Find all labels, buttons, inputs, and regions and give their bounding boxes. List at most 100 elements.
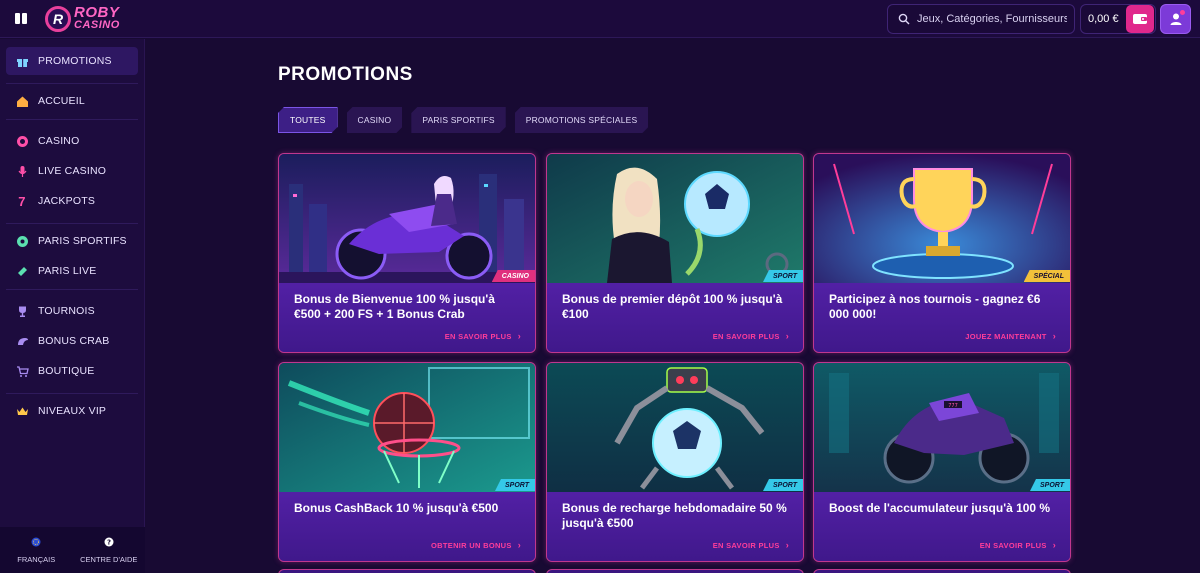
- sidebar-item-label: LIVE CASINO: [38, 165, 107, 177]
- svg-text:777: 777: [948, 403, 958, 409]
- cta-label: EN SAVOIR PLUS: [712, 331, 780, 341]
- chevron-right-icon: ›: [1052, 540, 1056, 550]
- sidebar-item-label: TOURNOIS: [38, 305, 95, 317]
- category-badge: SPORT: [763, 479, 803, 491]
- sidebar-item-accueil[interactable]: ACCUEIL: [6, 87, 138, 115]
- eu-flag-icon: [31, 537, 41, 549]
- logo[interactable]: R ROBY CASINO: [45, 4, 120, 34]
- divider: [6, 119, 138, 120]
- sidebar-toggle-button[interactable]: [9, 7, 33, 29]
- tab-promotions-speciales[interactable]: PROMOTIONS SPÉCIALES: [515, 107, 649, 133]
- promo-card[interactable]: 777 SPORT Boost de l'accumulateur jusqu'…: [813, 362, 1071, 562]
- sidebar-item-label: BOUTIQUE: [38, 365, 95, 377]
- promo-card[interactable]: SPORT Bonus CashBack 10 % jusqu'à €500 O…: [278, 362, 536, 562]
- category-badge: SPÉCIAL: [1023, 270, 1070, 282]
- sidebar-item-paris-live[interactable]: PARIS LIVE: [6, 257, 138, 285]
- cta-label: EN SAVOIR PLUS: [979, 540, 1047, 550]
- top-header: R ROBY CASINO 0,00 €: [0, 0, 1200, 38]
- gift-icon: [15, 54, 29, 68]
- tab-toutes[interactable]: TOUTES: [278, 107, 338, 133]
- promo-card[interactable]: SPORT Bonus de premier dépôt 100 % jusqu…: [546, 153, 804, 353]
- profile-button[interactable]: [1160, 4, 1191, 34]
- notification-dot: [1180, 10, 1185, 15]
- help-label: CENTRE D'AIDE: [80, 554, 138, 564]
- promo-card-partial[interactable]: [546, 569, 804, 573]
- tab-paris-sportifs[interactable]: PARIS SPORTIFS: [411, 107, 505, 133]
- cta-label: OBTENIR UN BONUS: [431, 540, 512, 550]
- sidebar-item-bonus-crab[interactable]: BONUS CRAB: [6, 327, 138, 355]
- language-label: FRANÇAIS: [17, 554, 56, 564]
- sidebar-item-boutique[interactable]: BOUTIQUE: [6, 357, 138, 385]
- promo-card[interactable]: SPÉCIAL Participez à nos tournois - gagn…: [813, 153, 1071, 353]
- trophy-icon: [15, 304, 29, 318]
- chevron-right-icon: ›: [517, 540, 521, 550]
- sidebar-item-label: PARIS SPORTIFS: [38, 235, 127, 247]
- language-selector[interactable]: FRANÇAIS: [0, 527, 73, 573]
- chevron-right-icon: ›: [517, 331, 521, 341]
- category-badge: SPORT: [1030, 479, 1070, 491]
- help-center-link[interactable]: ? CENTRE D'AIDE: [73, 527, 146, 573]
- promo-card[interactable]: SPORT Bonus de recharge hebdomadaire 50 …: [546, 362, 804, 562]
- crab-icon: [15, 334, 29, 348]
- help-icon: ?: [104, 537, 114, 549]
- sidebar-item-promotions[interactable]: PROMOTIONS: [6, 47, 138, 75]
- chevron-right-icon: ›: [785, 540, 789, 550]
- ticket-icon: [15, 264, 29, 278]
- panel-icon: [15, 12, 20, 24]
- cta-label: JOUEZ MAINTENANT: [965, 331, 1047, 341]
- promo-cta-link[interactable]: EN SAVOIR PLUS ›: [713, 540, 789, 550]
- filter-tabs: TOUTES CASINO PARIS SPORTIFS PROMOTIONS …: [278, 107, 648, 133]
- sidebar-item-label: PROMOTIONS: [38, 55, 112, 67]
- home-icon: [15, 94, 29, 108]
- logo-line1: ROBY: [74, 4, 120, 21]
- cart-icon: [15, 364, 29, 378]
- promo-card[interactable]: CASINO Bonus de Bienvenue 100 % jusqu'à …: [278, 153, 536, 353]
- promo-cta-link[interactable]: EN SAVOIR PLUS ›: [713, 331, 789, 341]
- sidebar-item-jackpots[interactable]: 7 JACKPOTS: [6, 187, 138, 215]
- sidebar-item-label: NIVEAUX VIP: [38, 405, 107, 417]
- soccer-ball-icon: [15, 234, 29, 248]
- promo-cta-link[interactable]: EN SAVOIR PLUS ›: [980, 540, 1056, 550]
- promo-cta-link[interactable]: EN SAVOIR PLUS ›: [445, 331, 521, 341]
- promo-title: Bonus de Bienvenue 100 % jusqu'à €500 + …: [294, 292, 495, 321]
- promo-card-partial[interactable]: [278, 569, 536, 573]
- sidebar-item-label: PARIS LIVE: [38, 265, 97, 277]
- search-box[interactable]: [887, 4, 1075, 34]
- wallet-icon: [1133, 14, 1147, 24]
- logo-line2: CASINO: [74, 19, 120, 31]
- page-title: PROMOTIONS: [278, 64, 413, 85]
- sidebar-item-casino[interactable]: CASINO: [6, 127, 138, 155]
- category-badge: CASINO: [491, 270, 535, 282]
- sidebar-item-tournois[interactable]: TOURNOIS: [6, 297, 138, 325]
- logo-mark: R: [45, 6, 71, 32]
- svg-text:?: ?: [107, 538, 111, 546]
- promo-title: Bonus de recharge hebdomadaire 50 % jusq…: [562, 501, 787, 530]
- promo-image-motorcycle: 777 SPORT: [814, 363, 1070, 492]
- wallet[interactable]: 0,00 €: [1080, 4, 1156, 34]
- search-input[interactable]: [917, 13, 1067, 25]
- divider: [6, 393, 138, 394]
- promo-image-robot-football: SPORT: [547, 363, 803, 492]
- promo-title: Bonus CashBack 10 % jusqu'à €500: [294, 501, 499, 515]
- chip-icon: [15, 134, 29, 148]
- sidebar-item-niveaux-vip[interactable]: NIVEAUX VIP: [6, 397, 138, 425]
- sidebar-item-paris-sportifs[interactable]: PARIS SPORTIFS: [6, 227, 138, 255]
- sidebar: PROMOTIONS ACCUEIL CASINO LIVE CASINO 7 …: [0, 39, 145, 573]
- promo-image-trophy: SPÉCIAL: [814, 154, 1070, 283]
- deposit-button[interactable]: [1126, 5, 1154, 33]
- sidebar-item-live-casino[interactable]: LIVE CASINO: [6, 157, 138, 185]
- promo-cta-link[interactable]: JOUEZ MAINTENANT ›: [965, 331, 1056, 341]
- promo-title: Participez à nos tournois - gagnez €6 00…: [829, 292, 1041, 321]
- sidebar-item-label: JACKPOTS: [38, 195, 96, 207]
- search-icon: [898, 13, 910, 25]
- promo-card-partial[interactable]: [813, 569, 1071, 573]
- sidebar-footer: FRANÇAIS ? CENTRE D'AIDE: [0, 527, 145, 573]
- promo-title: Bonus de premier dépôt 100 % jusqu'à €10…: [562, 292, 783, 321]
- tab-casino[interactable]: CASINO: [347, 107, 403, 133]
- cta-label: EN SAVOIR PLUS: [712, 540, 780, 550]
- promo-image-basketball: SPORT: [279, 363, 535, 492]
- balance-value: 0,00 €: [1088, 13, 1119, 25]
- chevron-right-icon: ›: [1052, 331, 1056, 341]
- promo-image-girl-football: SPORT: [547, 154, 803, 283]
- promo-cta-link[interactable]: OBTENIR UN BONUS ›: [431, 540, 521, 550]
